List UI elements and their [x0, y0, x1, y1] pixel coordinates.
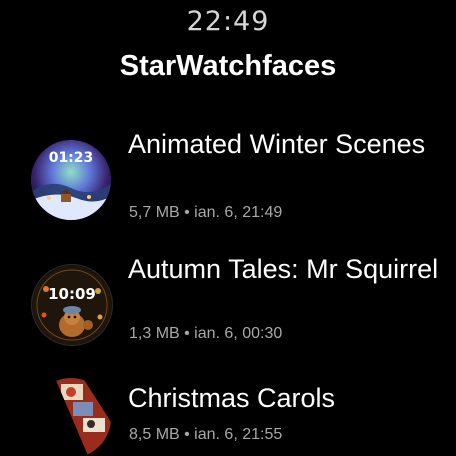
list-item[interactable]: Christmas Carols 8,5 MB • ian. 6, 21:55 [0, 378, 456, 456]
squirrel-art [33, 266, 111, 344]
winter-watchface-thumbnail: 01:23 [31, 140, 111, 220]
thumbnail-time: 01:23 [48, 150, 94, 166]
watchface-name: Animated Winter Scenes [128, 129, 426, 159]
watchface-name: Autumn Tales: Mr Squirrel [128, 254, 439, 284]
page-title: StarWatchfaces [119, 50, 337, 82]
watchface-meta: 8,5 MB • ian. 6, 21:55 [129, 426, 283, 443]
watch-screen: 22:49 StarWatchfaces 01:23 Animated Wint… [0, 0, 456, 456]
thumbnail-time: 10:09 [48, 285, 96, 303]
squirrel-watchface-thumbnail: 10:09 [31, 264, 113, 346]
watchface-meta: 1,3 MB • ian. 6, 00:30 [129, 325, 283, 342]
watchface-name: Christmas Carols [128, 383, 336, 413]
list-item[interactable]: 01:23 Animated Winter Scenes 5,7 MB • ia… [0, 128, 456, 228]
christmas-watchface-thumbnail [31, 378, 111, 456]
christmas-art [55, 378, 111, 456]
status-clock: 22:49 [186, 6, 270, 37]
watchface-meta: 5,7 MB • ian. 6, 21:49 [129, 204, 283, 221]
list-item[interactable]: 10:09 Autumn Tales: Mr Squirrel 1,3 MB •… [0, 253, 456, 353]
